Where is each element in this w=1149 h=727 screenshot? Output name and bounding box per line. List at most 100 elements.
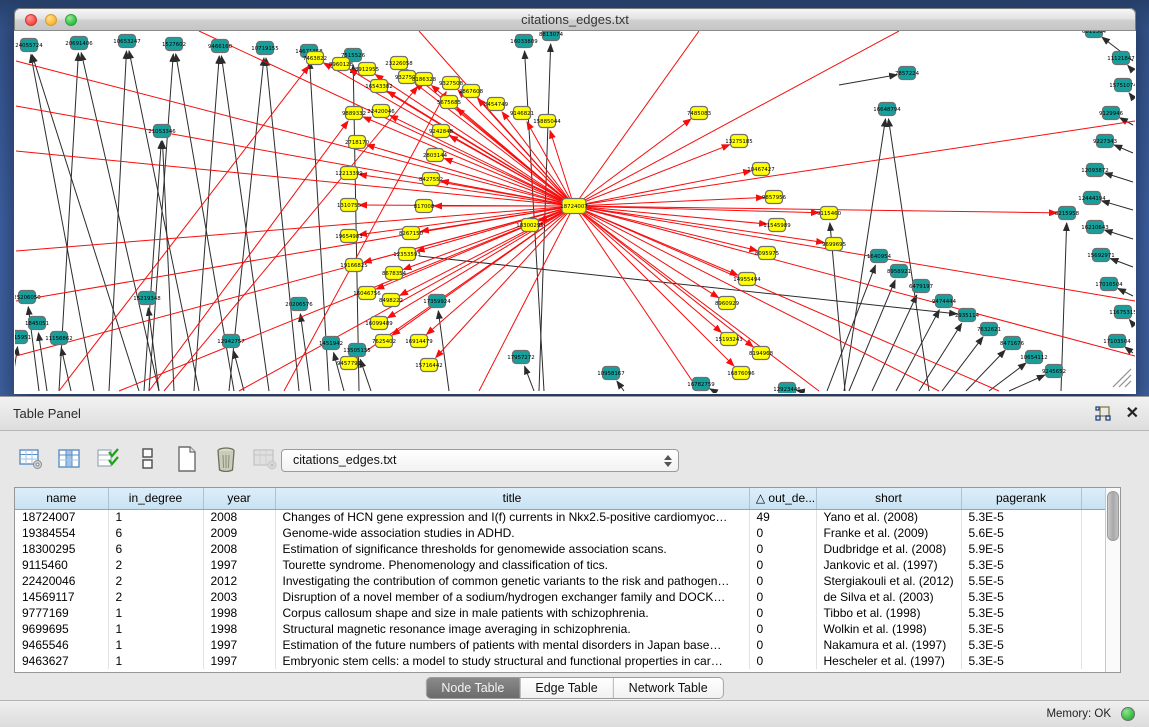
graph-node[interactable]: 10653247 [113,35,140,48]
graph-node[interactable]: 8498222 [379,294,403,307]
table-cell[interactable]: 18300295 [15,541,108,557]
table-row[interactable]: 1938455462009Genome-wide association stu… [15,525,1105,541]
table-cell[interactable]: 0 [749,525,816,541]
graph-node[interactable]: 8960929 [715,297,740,310]
table-cell[interactable]: Wolkin et al. (1998) [816,621,961,637]
graph-node[interactable]: 8813074 [539,31,564,41]
column-header-in-degree[interactable]: in_degree [108,488,203,509]
table-cell[interactable]: Corpus callosum shape and size in male p… [275,605,749,621]
table-cell[interactable]: 5.9E-5 [961,541,1081,557]
citation-network-graph[interactable]: 1872400724055724206914061065324715276029… [15,31,1135,393]
table-cell[interactable]: 6 [108,525,203,541]
column-header-out-degree[interactable]: △ out_de... [749,488,816,509]
graph-node[interactable]: 2718170 [345,136,370,149]
graph-node[interactable]: 12093872 [1081,164,1108,177]
table-cell[interactable]: 5.3E-5 [961,621,1081,637]
table-cell[interactable]: 14569117 [15,589,108,605]
table-cell[interactable]: 1 [108,653,203,669]
table-settings-icon[interactable] [18,446,44,472]
graph-node[interactable]: 7625402 [372,335,396,348]
table-row[interactable]: 969969511998Structural magnetic resonanc… [15,621,1105,637]
table-cell[interactable]: 1 [108,509,203,525]
table-row[interactable]: 1830029562008Estimation of significance … [15,541,1105,557]
graph-node[interactable]: 1845051 [25,317,49,330]
graph-node[interactable]: 9242848 [429,125,454,138]
graph-node[interactable]: 9129946 [1099,107,1124,120]
graph-node[interactable]: 8678354 [382,267,407,280]
graph-node[interactable]: 1640954 [867,250,892,263]
table-cell[interactable]: 6 [108,541,203,557]
graph-node[interactable]: 11675315 [1109,306,1135,319]
table-cell[interactable]: 0 [749,589,816,605]
graph-node[interactable]: 19654983 [335,230,362,243]
table-cell[interactable]: Tibbo et al. (1998) [816,605,961,621]
graph-node[interactable]: 13505135 [343,344,370,357]
graph-node[interactable]: 17103504 [1103,335,1131,348]
table-cell[interactable]: 1 [108,637,203,653]
graph-node[interactable]: 16648794 [873,103,901,116]
network-view-canvas[interactable]: 1872400724055724206914061065324715276029… [15,31,1135,393]
table-cell[interactable]: de Silva et al. (2003) [816,589,961,605]
table-cell[interactable] [1081,573,1105,589]
graph-node[interactable]: 6811304 [1082,31,1107,38]
table-cell[interactable]: 1 [108,605,203,621]
table-cell[interactable]: 0 [749,605,816,621]
column-header-name[interactable]: name [15,488,108,509]
table-cell[interactable]: Estimation of significance thresholds fo… [275,541,749,557]
table-cell[interactable]: 5.3E-5 [961,605,1081,621]
graph-node[interactable]: 15751074 [1109,79,1135,92]
graph-node[interactable]: 8427552 [419,173,443,186]
tab-node-table[interactable]: Node Table [426,678,520,698]
table-row[interactable]: 977716911998Corpus callosum shape and si… [15,605,1105,621]
graph-node[interactable]: 3915951 [15,331,31,344]
table-cell[interactable]: Jankovic et al. (1997) [816,557,961,573]
table-cell[interactable] [1081,637,1105,653]
table-cell[interactable]: 0 [749,557,816,573]
table-cell[interactable] [1081,605,1105,621]
graph-node[interactable]: 12942757 [217,335,244,348]
table-cell[interactable]: Investigating the contribution of common… [275,573,749,589]
table-row[interactable]: 946554611997Estimation of the future num… [15,637,1105,653]
table-cell[interactable]: Structural magnetic resonance image aver… [275,621,749,637]
table-cell[interactable]: 9777169 [15,605,108,621]
graph-node[interactable]: 16210643 [1081,221,1108,234]
table-cell[interactable]: Disruption of a novel member of a sodium… [275,589,749,605]
table-cell[interactable]: 9463627 [15,653,108,669]
table-cell[interactable]: 5.3E-5 [961,653,1081,669]
graph-node[interactable]: 2935114 [955,309,980,322]
graph-node[interactable]: 17957272 [507,351,534,364]
graph-node[interactable]: 7485083 [687,107,711,120]
graph-node[interactable]: 8958921 [887,265,911,278]
table-cell[interactable]: 2003 [203,589,275,605]
table-cell[interactable] [1081,541,1105,557]
graph-node[interactable]: 18724007 [560,199,587,214]
table-row[interactable]: 946362711997Embryonic stem cells: a mode… [15,653,1105,669]
table-cell[interactable]: Changes of HCN gene expression and I(f) … [275,509,749,525]
table-select-dropdown[interactable]: citations_edges.txt [281,449,679,472]
table-cell[interactable]: 2008 [203,541,275,557]
table-cell[interactable]: 2009 [203,525,275,541]
graph-node[interactable]: 20691406 [65,37,93,50]
graph-node[interactable]: 2803144 [423,149,448,162]
graph-node[interactable]: 16876096 [727,367,755,380]
graph-node[interactable]: 9146821 [510,107,534,120]
table-row[interactable]: 1456911722003Disruption of a novel membe… [15,589,1105,605]
table-cell[interactable]: 9465546 [15,637,108,653]
graph-node[interactable]: 10467427 [747,163,774,176]
graph-node[interactable]: 9889332 [342,107,366,120]
graph-node[interactable]: 5675685 [437,96,461,109]
graph-node[interactable]: 24055724 [15,39,43,52]
graph-node[interactable]: 10654112 [1020,351,1047,364]
scrollbar-thumb[interactable] [1107,491,1119,541]
float-panel-icon[interactable] [1095,406,1111,422]
graph-node[interactable]: 9466160 [208,40,233,53]
table-cell[interactable] [1081,509,1105,525]
table-cell[interactable]: 2008 [203,509,275,525]
table-cell[interactable]: 5.6E-5 [961,525,1081,541]
table-cell[interactable]: 9699695 [15,621,108,637]
graph-node[interactable]: 12444194 [1078,192,1106,205]
tab-network-table[interactable]: Network Table [614,678,723,698]
merge-rows-icon[interactable] [135,446,161,472]
graph-node[interactable]: 11545989 [763,219,791,232]
table-cell[interactable]: Yano et al. (2008) [816,509,961,525]
